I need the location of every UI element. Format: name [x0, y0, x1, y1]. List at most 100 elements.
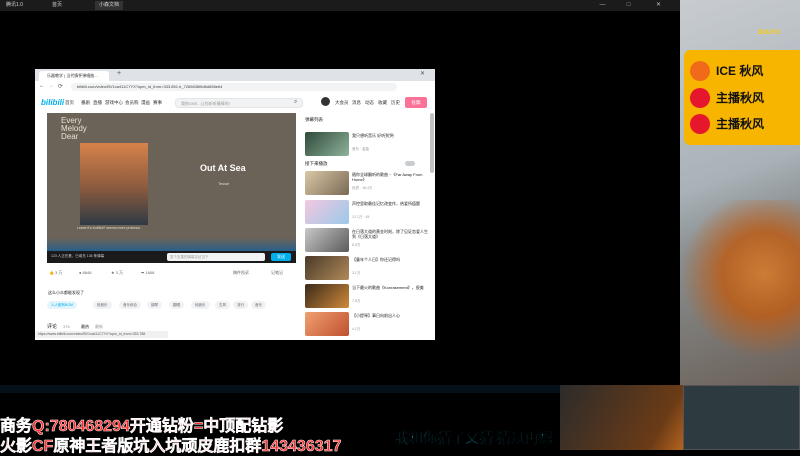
tag-chip[interactable]: 轻音乐	[93, 301, 112, 309]
app-tab[interactable]: 腾讯1.0	[2, 1, 27, 10]
app-tab-label: 首页	[52, 2, 63, 8]
favorite-button[interactable]: ★ 3 万	[111, 270, 123, 276]
like-count: 3 万	[55, 270, 63, 275]
rec-meta: 3.1万	[352, 271, 361, 275]
streamer-row-text: 主播秋风	[716, 117, 765, 131]
reload-icon[interactable]: ⟳	[58, 83, 63, 90]
rec-title: 当下最火的歌曲《Konrasement》，很美	[352, 285, 424, 290]
new-tab-button[interactable]: +	[117, 70, 121, 77]
rec-thumbnail	[305, 312, 349, 336]
url-field[interactable]: bilibili.com/video/BV1xa411C7YX?spm_id_f…	[71, 83, 397, 91]
danmaku-input[interactable]: 发个友善的弹幕见证当下	[167, 253, 265, 261]
share-count: 1608	[145, 270, 155, 275]
like-icon: 👍	[49, 270, 54, 275]
browser-window: 乐器教学 | 当代情怀弹唱曲... + ✕ ← → ⟳ bilibili.com…	[35, 69, 435, 340]
send-danmaku-button[interactable]: 发送	[271, 253, 291, 261]
nav-item[interactable]: 赛事	[153, 100, 162, 106]
rec-meta: 优质 · 18.4万	[352, 186, 373, 190]
webcam-feed	[683, 385, 800, 450]
close-icon[interactable]: ✕	[420, 70, 425, 77]
nav-item[interactable]: 番剧	[81, 100, 90, 106]
rec-item[interactable]: 【童年个人日】你还记得吗 3.1万	[305, 256, 429, 280]
tag-chip[interactable]: 流行	[233, 301, 248, 309]
streamer-row-text: 主播秋风	[716, 91, 765, 105]
song-title: Out At Sea	[200, 163, 246, 173]
favorite-count: 3 万	[115, 270, 124, 275]
header-messages[interactable]: 消息	[352, 100, 361, 106]
tag-chip[interactable]: 音乐综合	[119, 301, 141, 309]
rec-item[interactable]: 声控里取最佳记忆改变作，热爱所值题 12.1万 · 45	[305, 200, 429, 224]
search-icon[interactable]: ⌕	[294, 99, 297, 106]
bilibili-logo[interactable]: bilibili	[41, 98, 64, 107]
coin-button[interactable]: ● 8848	[79, 270, 91, 275]
playlist-title: 弹幕列表	[305, 117, 323, 122]
sort-new[interactable]: 最新	[95, 324, 103, 330]
video-player[interactable]: Every Melody Dear Leave it's truthful? s…	[47, 113, 296, 251]
app-tab-label: 小森文档	[99, 2, 120, 8]
minimize-button[interactable]: —	[598, 1, 607, 10]
sort-hot[interactable]: 最热	[81, 324, 89, 330]
tag-chip[interactable]: 音乐	[251, 301, 266, 309]
rec-meta: 音乐 · 金曲	[352, 147, 370, 151]
nav-item[interactable]: 首页	[65, 100, 74, 106]
scrollbar[interactable]	[430, 113, 434, 173]
avatar[interactable]	[321, 97, 330, 106]
streamer-row: 主播秋风	[688, 87, 800, 109]
rec-item[interactable]: 当下最火的歌曲《Konrasement》，很美 7.8万	[305, 284, 429, 308]
song-artist: Tessie	[218, 181, 230, 186]
nav-item[interactable]: 游戏中心	[105, 100, 123, 106]
coin-count: 8848	[82, 270, 92, 275]
close-button[interactable]: ✕	[654, 1, 663, 10]
viewer-status: 123 人正在看，已填充 136 条弹幕	[51, 254, 105, 258]
app-tab-active[interactable]: 小森文档	[95, 1, 124, 10]
rec-item[interactable]: 随你全球翻听的歌曲 ~《Far Away From Home》 优质 · 18.…	[305, 171, 429, 195]
upload-button[interactable]: 投稿	[405, 97, 427, 108]
nav-item[interactable]: 直播	[93, 100, 102, 106]
comments-heading: 评论	[47, 324, 58, 330]
nav-item[interactable]: 漫画	[141, 100, 150, 106]
video-description: 这么小众都能发现了	[48, 290, 84, 295]
app-titlebar: 腾讯1.0 首页 小森文档 — □ ✕	[0, 0, 680, 11]
note-link[interactable]: 记笔记	[271, 270, 283, 276]
nav-item[interactable]: 会员购	[125, 100, 139, 106]
search-input[interactable]: 我的GBE...让你听听最棒的!	[175, 98, 303, 108]
rec-title: 【童年个人日】你还记得吗	[352, 257, 400, 262]
rec-title: 我只想听音乐 好听到哭!	[352, 133, 395, 138]
rec-title: 随你全球翻听的歌曲 ~《Far Away From Home》	[352, 172, 423, 182]
rec-title: 在日落大道的黄金时刻，除了见证恋爱人生到《日落大道》	[352, 229, 428, 239]
tag-chip[interactable]: 古风	[215, 301, 230, 309]
platform-label: DOUYU	[758, 30, 780, 36]
rec-meta: 7.8万	[352, 299, 361, 303]
app-tab[interactable]: 首页	[48, 1, 66, 10]
tag-chip[interactable]: 钢琴	[147, 301, 162, 309]
browser-tab[interactable]: 乐器教学 | 当代情怀弹唱曲...	[39, 71, 109, 81]
coin-icon: ●	[79, 270, 82, 275]
header-history[interactable]: 历史	[391, 100, 400, 106]
danmaku-bar: 123 人正在看，已填充 136 条弹幕 发个友善的弹幕见证当下 发送	[47, 251, 296, 263]
like-button[interactable]: 👍 3 万	[49, 270, 62, 276]
tag-chip[interactable]: 人人都有BGM	[47, 301, 77, 309]
back-icon[interactable]: ←	[39, 83, 45, 89]
character-art	[680, 200, 800, 385]
comments-count: 376	[63, 324, 70, 329]
share-icon: ➦	[141, 270, 145, 275]
maximize-button[interactable]: □	[624, 1, 633, 10]
rec-item[interactable]: 在日落大道的黄金时刻，除了见证恋爱人生到《日落大道》 8.5万	[305, 228, 429, 252]
header-favorites[interactable]: 收藏	[378, 100, 387, 106]
streamer-row: ICE 秋风	[688, 60, 800, 82]
rec-thumbnail	[305, 132, 349, 156]
rec-item[interactable]: 【小提琴】事日向前出人心 4.1万	[305, 312, 429, 336]
rec-meta: 4.1万	[352, 327, 361, 331]
header-dynamics[interactable]: 动态	[365, 100, 374, 106]
report-link[interactable]: 稿件投诉	[233, 270, 249, 276]
share-button[interactable]: ➦ 1608	[141, 270, 154, 275]
tag-chip[interactable]: 翻唱	[169, 301, 184, 309]
rec-meta: 8.5万	[352, 243, 361, 247]
tag-chip[interactable]: 纯音乐	[191, 301, 210, 309]
rec-item[interactable]: 我只想听音乐 好听到哭! 音乐 · 金曲	[305, 132, 429, 156]
forward-icon[interactable]: →	[48, 83, 54, 89]
browser-tabstrip: 乐器教学 | 当代情怀弹唱曲... + ✕	[35, 69, 435, 81]
autoplay-toggle[interactable]	[405, 161, 415, 166]
header-vip[interactable]: 大会员	[335, 100, 349, 106]
scrolling-ticker: 商务Q:780468294开通钻粉=中顶配钻影 火影CF原神王者版坑入坑顽皮鹿扣…	[0, 392, 680, 456]
